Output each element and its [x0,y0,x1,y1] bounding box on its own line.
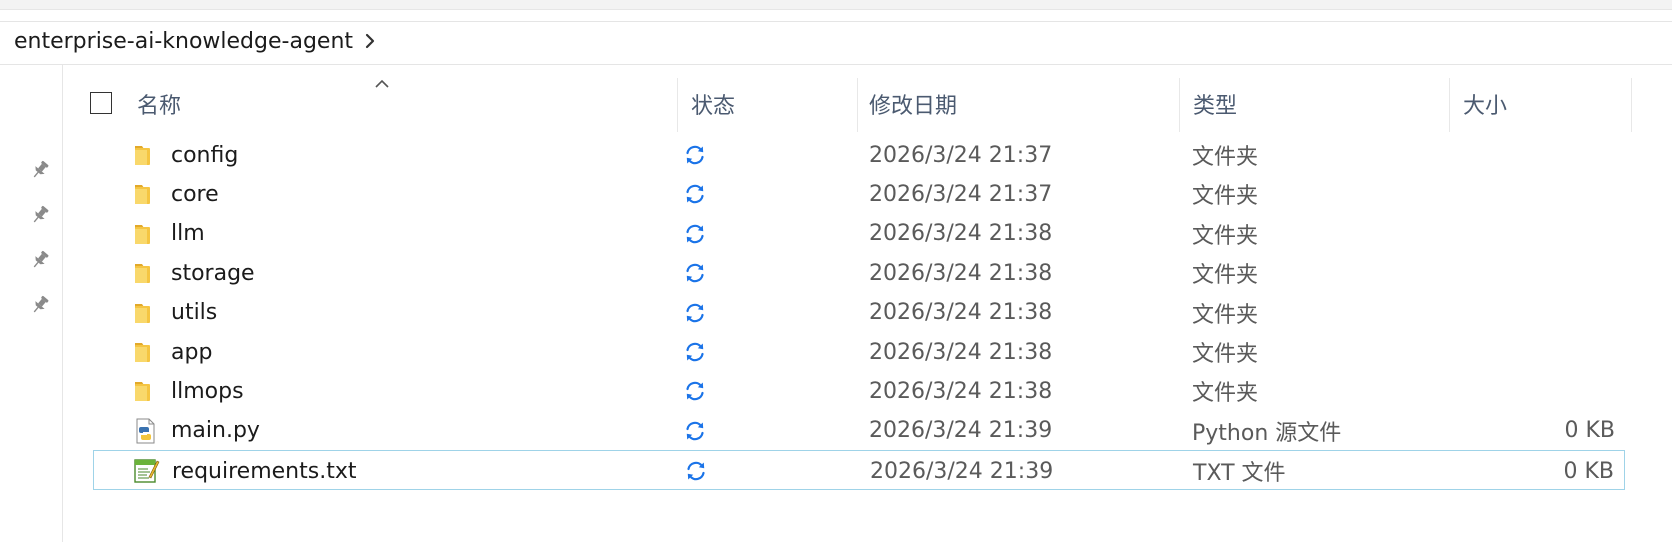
file-modified-date: 2026/3/24 21:38 [869,339,1053,365]
file-row[interactable]: app 2026/3/24 21:38 文件夹 [93,332,1625,372]
file-size [1495,214,1625,254]
file-size: 0 KB [1563,458,1614,484]
breadcrumb-divider [0,64,1672,65]
column-header-modified[interactable]: 修改日期 [869,74,957,134]
pin-icon[interactable] [29,204,51,226]
file-size [1495,293,1625,333]
file-row[interactable]: requirements.txt 2026/3/24 21:39 TXT 文件 0 K… [93,450,1625,491]
file-size [1495,332,1625,372]
file-row[interactable]: llm 2026/3/24 21:38 文件夹 [93,214,1625,254]
sync-icon [683,411,707,451]
navigation-pane [0,65,63,542]
sync-icon [683,293,707,333]
file-name: storage [171,260,255,286]
file-name: main.py [171,418,260,444]
column-header-type[interactable]: 类型 [1193,74,1237,134]
toolbar-divider [0,21,1672,22]
column-resize-handle[interactable] [1631,78,1632,132]
file-type: 文件夹 [1192,184,1259,210]
file-type: 文件夹 [1192,342,1259,367]
sync-icon [683,332,707,372]
file-name: app [171,339,213,365]
file-modified-date: 2026/3/24 21:38 [869,221,1053,247]
file-modified-date: 2026/3/24 21:38 [869,378,1053,404]
title-bar-strip [0,0,1672,10]
folder-icon [131,141,159,169]
folder-icon [131,259,159,287]
sync-icon [683,371,707,411]
folder-icon [131,180,159,208]
sync-icon [683,214,707,254]
file-modified-date: 2026/3/24 21:38 [869,260,1053,286]
file-type: 文件夹 [1192,263,1259,289]
file-type: 文件夹 [1192,223,1259,249]
file-modified-date: 2026/3/24 21:39 [869,418,1053,444]
column-resize-handle[interactable] [1449,78,1450,132]
file-row[interactable]: core 2026/3/24 21:37 文件夹 [93,174,1625,214]
file-modified-date: 2026/3/24 21:37 [869,142,1053,168]
file-size: 0 KB [1564,418,1615,444]
file-type: 文件夹 [1192,381,1259,407]
file-name: requirements.txt [172,458,357,484]
column-header: 名称 状态 修改日期 类型 大小 [63,74,1672,134]
file-type: Python 源文件 [1192,420,1342,446]
folder-icon [131,299,159,327]
column-header-status[interactable]: 状态 [691,74,735,134]
folder-icon [131,220,159,248]
file-size [1495,135,1625,175]
column-resize-handle[interactable] [1179,78,1180,132]
pin-icon[interactable] [29,294,51,316]
file-modified-date: 2026/3/24 21:39 [870,458,1054,484]
column-header-size[interactable]: 大小 [1463,74,1507,134]
pin-icon[interactable] [29,159,51,181]
column-resize-handle[interactable] [677,78,678,132]
file-name: config [171,142,239,168]
pin-icon[interactable] [29,249,51,271]
column-header-name[interactable]: 名称 [137,74,181,134]
sync-icon [683,253,707,293]
breadcrumb-folder[interactable]: enterprise-ai-knowledge-agent [14,29,353,54]
file-row[interactable]: llmops 2026/3/24 21:38 文件夹 [93,371,1625,411]
file-size [1495,371,1625,411]
sync-icon [683,135,707,175]
file-type: TXT 文件 [1193,461,1286,487]
select-all-checkbox[interactable] [90,92,112,114]
breadcrumb: enterprise-ai-knowledge-agent [14,25,377,57]
column-resize-handle[interactable] [857,78,858,132]
folder-icon [131,377,159,405]
folder-icon [131,338,159,366]
file-name: llm [171,221,205,247]
file-name: core [171,181,219,207]
sync-icon [683,174,707,214]
text-file-icon [132,457,160,485]
file-row[interactable]: utils 2026/3/24 21:38 文件夹 [93,293,1625,333]
file-row[interactable]: main.py 2026/3/24 21:39 Python 源文件 0 KB [93,411,1625,451]
python-file-icon [131,417,159,445]
chevron-right-icon[interactable] [363,32,377,50]
file-name: utils [171,300,218,326]
file-size [1495,253,1625,293]
file-type: 文件夹 [1192,302,1259,328]
file-row[interactable]: storage 2026/3/24 21:38 文件夹 [93,253,1625,293]
file-size [1495,174,1625,214]
file-row[interactable]: config 2026/3/24 21:37 文件夹 [93,135,1625,175]
file-type: 文件夹 [1192,145,1259,170]
file-modified-date: 2026/3/24 21:38 [869,300,1053,326]
sync-icon [684,451,708,491]
file-modified-date: 2026/3/24 21:37 [869,181,1053,207]
file-name: llmops [171,378,244,404]
